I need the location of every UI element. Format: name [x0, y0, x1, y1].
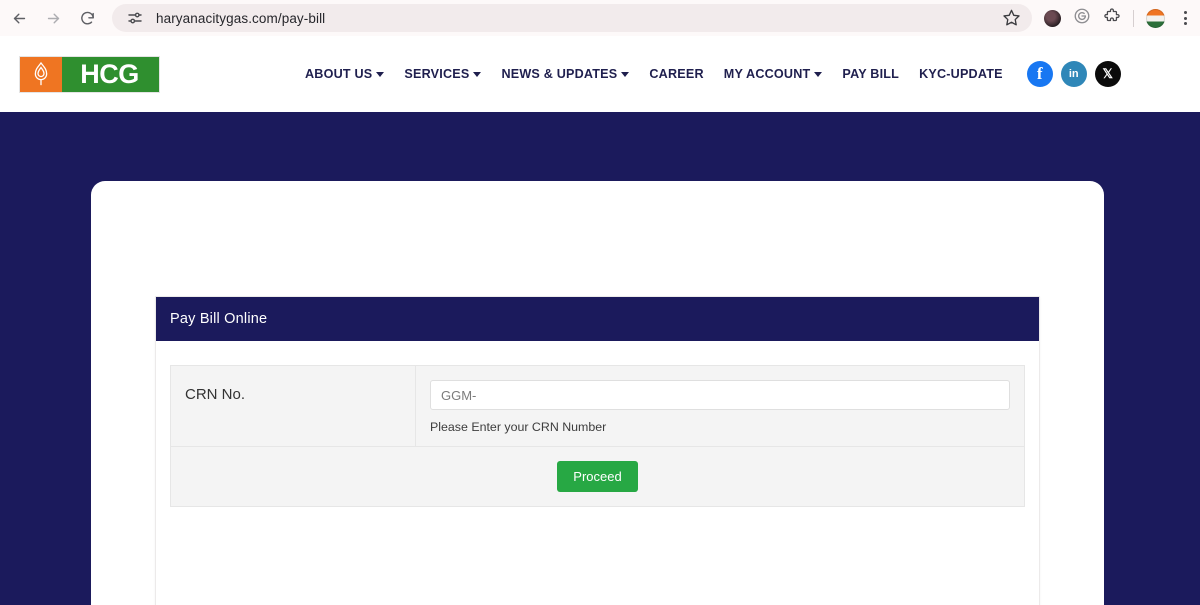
chevron-down-icon: [814, 71, 823, 77]
crn-label-cell: CRN No.: [170, 365, 416, 447]
chevron-down-icon: [621, 71, 630, 77]
nav-item-services[interactable]: SERVICES: [394, 67, 491, 81]
star-bookmark-icon[interactable]: [1002, 8, 1022, 28]
navigation-buttons: [0, 3, 104, 33]
crn-form-table: CRN No. Please Enter your CRN Number Pro…: [170, 365, 1025, 507]
social-links: f in 𝕏: [1026, 61, 1121, 87]
forward-button[interactable]: [36, 3, 70, 33]
grammarly-extension-icon: [1073, 7, 1091, 30]
chrome-menu-button[interactable]: [1171, 4, 1199, 32]
reload-icon: [79, 10, 96, 27]
nav-label: MY ACCOUNT: [723, 67, 811, 81]
panel-title-text: Pay Bill Online: [170, 311, 268, 327]
hcg-logo[interactable]: HCG: [19, 55, 160, 93]
hcg-logo-text: HCG: [62, 56, 159, 92]
crn-field-cell: Please Enter your CRN Number: [415, 365, 1025, 447]
page-content-container: Pay Bill Online CRN No. Please Enter you…: [91, 181, 1104, 605]
crn-help-text: Please Enter your CRN Number: [430, 420, 607, 434]
crn-label: CRN No.: [185, 386, 246, 403]
main-navigation: ABOUT US SERVICES NEWS & UPDATES CAREER …: [295, 67, 1013, 81]
linkedin-icon[interactable]: in: [1060, 61, 1087, 87]
account-avatar-icon: [1145, 8, 1165, 28]
browser-toolbar-actions: [1038, 4, 1199, 32]
crn-input[interactable]: [430, 380, 1010, 410]
extensions-button[interactable]: [1098, 4, 1126, 32]
profile-avatar-icon: [1043, 9, 1061, 27]
nav-item-about-us[interactable]: ABOUT US: [295, 67, 394, 81]
panel-body: CRN No. Please Enter your CRN Number Pro…: [156, 341, 1039, 507]
back-arrow-icon: [11, 10, 28, 27]
flame-logo-icon: [20, 56, 62, 92]
profile-avatar-button[interactable]: [1038, 4, 1066, 32]
url-text[interactable]: haryanacitygas.com/pay-bill: [156, 11, 1002, 26]
nav-item-career[interactable]: CAREER: [639, 67, 713, 81]
nav-item-kyc-update[interactable]: KYC-UPDATE: [909, 67, 1013, 81]
toolbar-divider: [1133, 9, 1134, 27]
site-settings-sliders-icon[interactable]: [126, 9, 144, 27]
action-cell: Proceed: [170, 446, 1025, 507]
reload-button[interactable]: [70, 3, 104, 33]
account-avatar-button[interactable]: [1141, 4, 1169, 32]
proceed-button[interactable]: Proceed: [557, 461, 638, 492]
table-row-action: Proceed: [170, 446, 1025, 507]
grammarly-extension-button[interactable]: [1068, 4, 1096, 32]
panel-header: Pay Bill Online: [156, 297, 1039, 341]
pay-bill-panel: Pay Bill Online CRN No. Please Enter you…: [155, 296, 1040, 605]
nav-item-pay-bill[interactable]: PAY BILL: [832, 67, 909, 81]
extensions-puzzle-icon: [1103, 7, 1121, 30]
site-header: HCG ABOUT US SERVICES NEWS & UPDATES CAR…: [0, 36, 1200, 112]
address-bar[interactable]: haryanacitygas.com/pay-bill: [112, 4, 1032, 32]
chrome-three-dot-menu-icon: [1183, 11, 1187, 25]
x-twitter-icon[interactable]: 𝕏: [1094, 61, 1121, 87]
nav-label: PAY BILL: [842, 67, 900, 81]
nav-label: KYC-UPDATE: [919, 67, 1003, 81]
nav-label: NEWS & UPDATES: [501, 67, 618, 81]
forward-arrow-icon: [45, 10, 62, 27]
nav-item-news-updates[interactable]: NEWS & UPDATES: [491, 67, 639, 81]
nav-label: ABOUT US: [305, 67, 373, 81]
nav-label: CAREER: [649, 67, 704, 81]
chevron-down-icon: [376, 71, 385, 77]
nav-item-my-account[interactable]: MY ACCOUNT: [714, 67, 833, 81]
chevron-down-icon: [473, 71, 482, 77]
back-button[interactable]: [2, 3, 36, 33]
facebook-icon[interactable]: f: [1026, 61, 1053, 87]
browser-toolbar: haryanacitygas.com/pay-bill: [0, 0, 1200, 36]
nav-label: SERVICES: [404, 67, 470, 81]
table-row-crn: CRN No. Please Enter your CRN Number: [170, 365, 1025, 447]
